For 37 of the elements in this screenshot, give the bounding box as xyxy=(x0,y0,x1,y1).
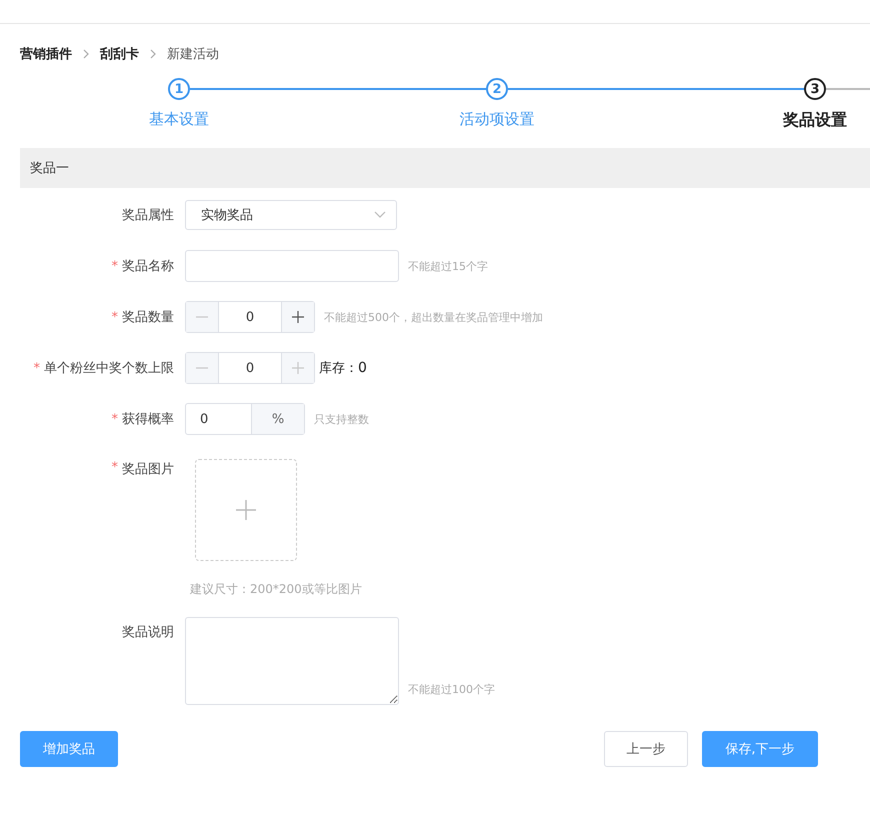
field-label: 获得概率 xyxy=(122,411,174,428)
field-label: 奖品属性 xyxy=(122,207,174,224)
unit-suffix: % xyxy=(252,404,304,434)
field-label: 奖品名称 xyxy=(122,258,174,275)
step-number: 1 xyxy=(168,78,190,100)
required-asterisk: * xyxy=(34,360,40,376)
step-label[interactable]: 奖品设置 xyxy=(783,110,847,131)
hint-text: 不能超过15个字 xyxy=(408,258,488,274)
description-field[interactable] xyxy=(185,617,399,705)
required-asterisk: * xyxy=(112,310,118,324)
step-number: 2 xyxy=(486,78,508,100)
required-asterisk: * xyxy=(112,412,118,426)
hint-text: 不能超过100个字 xyxy=(408,682,495,697)
plus-icon xyxy=(236,500,256,520)
image-upload[interactable] xyxy=(195,459,297,561)
previous-button[interactable]: 上一步 xyxy=(604,731,688,767)
breadcrumb-item[interactable]: 营销插件 xyxy=(20,45,72,63)
step-number: 3 xyxy=(804,78,826,100)
hint-text: 不能超过500个，超出数量在奖品管理中增加 xyxy=(324,310,543,324)
hint-text: 建议尺寸：200*200或等比图片 xyxy=(190,581,362,598)
required-asterisk: * xyxy=(112,258,118,274)
breadcrumb-item[interactable]: 刮刮卡 xyxy=(100,45,139,63)
stock-label: 库存： xyxy=(319,360,358,377)
field-label: 单个粉丝中奖个数上限 xyxy=(44,360,174,377)
field-label: 奖品数量 xyxy=(122,309,174,326)
section-title: 奖品一 xyxy=(30,160,69,177)
required-asterisk: * xyxy=(112,460,118,475)
hint-text: 只支持整数 xyxy=(314,412,369,426)
chevron-icon xyxy=(82,49,90,59)
prize-type-select[interactable]: 实物奖品 xyxy=(185,200,397,230)
chevron-icon xyxy=(149,49,157,59)
field-label: 奖品图片 xyxy=(122,461,174,478)
chevron-down-icon xyxy=(374,211,386,219)
breadcrumb-item: 新建活动 xyxy=(167,46,219,63)
input-field[interactable] xyxy=(185,250,399,282)
field-label: 奖品说明 xyxy=(122,624,174,641)
stock-value: 0 xyxy=(358,360,367,376)
